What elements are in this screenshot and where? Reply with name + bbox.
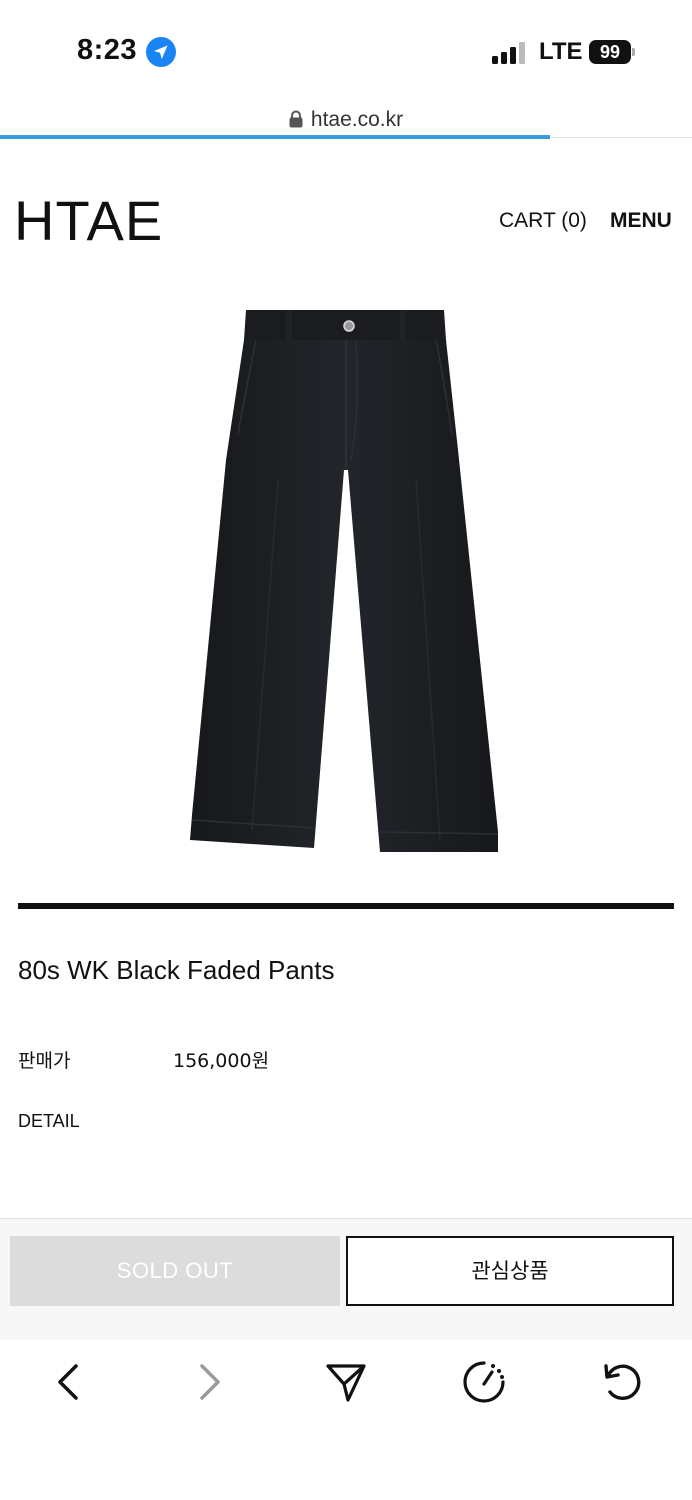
action-bar: SOLD OUT 관심상품 — [0, 1218, 692, 1341]
wishlist-button[interactable]: 관심상품 — [346, 1236, 674, 1306]
forward-icon[interactable] — [184, 1358, 232, 1406]
reload-icon[interactable] — [598, 1358, 646, 1406]
site-logo[interactable]: HTAE — [14, 188, 163, 253]
product-image — [190, 310, 499, 852]
speed-dial-icon[interactable] — [460, 1358, 508, 1406]
detail-link[interactable]: DETAIL — [18, 1111, 80, 1132]
url-display[interactable]: htae.co.kr — [0, 108, 692, 132]
location-arrow-icon — [146, 37, 176, 67]
price-label: 판매가 — [18, 1050, 71, 1072]
cart-link[interactable]: CART (0) — [499, 209, 587, 233]
battery-indicator: 99 — [589, 40, 635, 64]
network-type: LTE — [539, 38, 583, 65]
battery-cap — [632, 48, 635, 56]
page-load-progress — [0, 135, 551, 139]
menu-button[interactable]: MENU — [610, 209, 672, 233]
section-divider — [18, 903, 674, 909]
back-icon[interactable] — [46, 1358, 94, 1406]
status-time: 8:23 — [77, 34, 138, 66]
browser-toolbar — [0, 1340, 692, 1500]
battery-level: 99 — [589, 40, 631, 64]
price-value: 156,000원 — [173, 1050, 270, 1072]
cellular-signal-icon — [492, 42, 525, 64]
share-icon[interactable] — [322, 1358, 370, 1406]
sold-out-button[interactable]: SOLD OUT — [10, 1236, 340, 1306]
lock-icon — [289, 110, 303, 128]
product-name: 80s WK Black Faded Pants — [18, 955, 335, 985]
address-bar[interactable]: htae.co.kr — [0, 100, 692, 138]
status-bar: 8:23 LTE 99 — [0, 0, 692, 100]
url-text: htae.co.kr — [310, 108, 404, 131]
